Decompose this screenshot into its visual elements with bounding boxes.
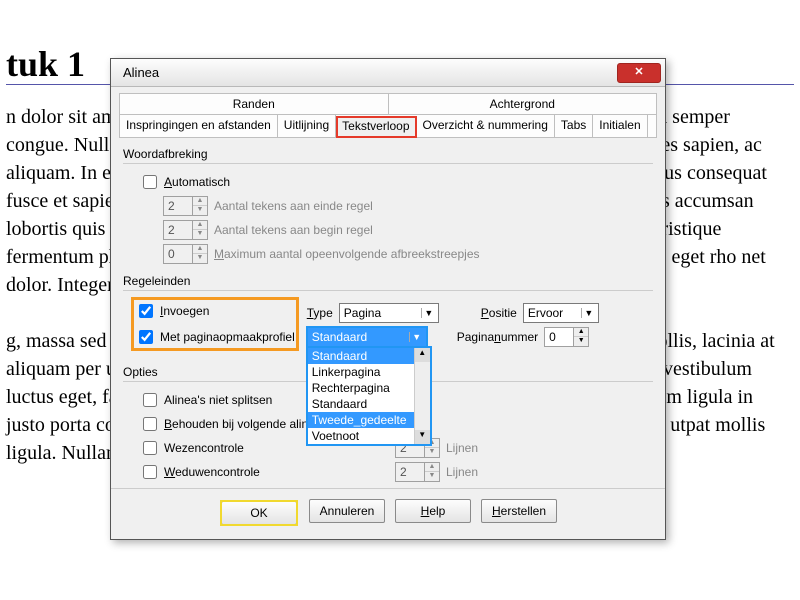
checkbox-orphan-control[interactable] [143,441,157,455]
spinner-max-hyphens: ▲▼ [163,244,208,264]
select-break-type[interactable]: Pagina ▼ [339,303,439,323]
dropdown-scrollbar[interactable]: ▲▼ [414,348,430,444]
dropdown-option[interactable]: Standaard [308,348,430,364]
group-breaks-title: Regeleinden [123,274,653,288]
tab-indents[interactable]: Inspringingen en afstanden [120,115,278,137]
checkbox-no-split[interactable] [143,393,157,407]
tab-alignment[interactable]: Uitlijning [278,115,336,137]
group-hyphenation: Woordafbreking Automatisch ▲▼ Aantal tek… [123,147,653,264]
checkbox-automatic[interactable] [143,175,157,189]
label-type: Type [307,306,333,320]
chevron-down-icon: ▼ [421,308,436,318]
dropdown-option[interactable]: Voetnoot [308,428,430,444]
spinner-chars-start: ▲▼ [163,220,208,240]
tab-borders[interactable]: Randen [120,94,389,114]
label-chars-start: Aantal tekens aan begin regel [214,223,373,237]
help-button[interactable]: Help [395,499,471,523]
select-page-style[interactable]: Standaard ▼ Standaard Linkerpagina Recht… [307,327,427,347]
select-break-position[interactable]: Ervoor ▼ [523,303,599,323]
dropdown-option[interactable]: Standaard [308,396,430,412]
label-no-split: Alinea's niet splitsen [164,393,272,407]
close-button[interactable]: ✕ [617,63,661,83]
label-widow-control: Weduwencontrole [164,465,260,479]
tab-row-upper: Randen Achtergrond [119,93,657,115]
tab-background[interactable]: Achtergrond [389,94,657,114]
spinner-page-number[interactable]: ▲▼ [544,327,589,347]
label-chars-end: Aantal tekens aan einde regel [214,199,373,213]
dropdown-option[interactable]: Rechterpagina [308,380,430,396]
dropdown-option[interactable]: Tweede_gedeelte [308,412,430,428]
label-keep-with-next: Behouden bij volgende alinea [164,417,321,431]
paragraph-dialog: Alinea ✕ Randen Achtergrond Inspringinge… [110,58,666,540]
label-position: Positie [481,306,517,320]
close-icon: ✕ [634,67,643,78]
label-max-hyphens: Maximum aantal opeenvolgende afbreekstre… [214,247,480,261]
label-page-number: Paginanummer [457,330,538,344]
spinner-widow-lines: ▲▼ [395,462,440,482]
reset-button[interactable]: Herstellen [481,499,557,523]
dialog-titlebar: Alinea ✕ [111,59,665,87]
tab-dropcaps[interactable]: Initialen [593,115,647,137]
checkbox-widow-control[interactable] [143,465,157,479]
spinner-chars-end: ▲▼ [163,196,208,216]
group-hyphenation-title: Woordafbreking [123,147,653,161]
label-orphan-lines: Lijnen [446,441,478,455]
checkbox-keep-with-next[interactable] [143,417,157,431]
label-widow-lines: Lijnen [446,465,478,479]
label-insert-break: Invoegen [160,304,209,318]
label-orphan-control: Wezencontrole [164,441,244,455]
tab-outline[interactable]: Overzicht & nummering [417,115,555,137]
ok-button[interactable]: OK [221,501,297,525]
chevron-down-icon: ▼ [409,332,424,342]
checkbox-insert-break[interactable] [139,304,153,318]
tab-textflow[interactable]: Tekstverloop [336,116,416,138]
dropdown-option[interactable]: Linkerpagina [308,364,430,380]
cancel-button[interactable]: Annuleren [309,499,385,523]
group-breaks: Regeleinden Invoegen Met paginaopmaakpro… [123,274,653,351]
label-automatic: Automatisch [164,175,230,189]
dialog-title: Alinea [123,65,159,80]
tab-row-lower: Inspringingen en afstanden Uitlijning Te… [119,114,657,138]
tab-tabs[interactable]: Tabs [555,115,593,137]
chevron-down-icon: ▼ [581,308,596,318]
dialog-button-row: OK Annuleren Help Herstellen [111,488,665,539]
label-with-page-style: Met paginaopmaakprofiel [160,330,295,344]
checkbox-with-page-style[interactable] [139,330,153,344]
page-style-dropdown-list[interactable]: Standaard Linkerpagina Rechterpagina Sta… [307,347,431,445]
